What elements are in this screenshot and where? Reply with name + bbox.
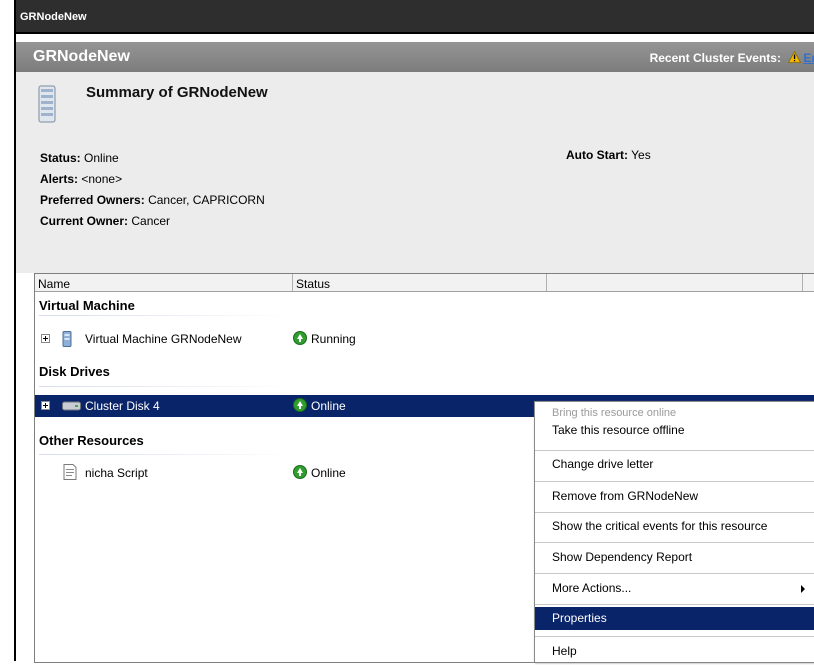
menu-separator bbox=[535, 636, 814, 637]
recent-events-link[interactable]: Er bbox=[803, 51, 814, 65]
status-label: Status: bbox=[40, 151, 81, 165]
menu-item-change-drive-letter[interactable]: Change drive letter bbox=[535, 451, 814, 478]
menu-item-take-offline[interactable]: Take this resource offline bbox=[535, 419, 814, 441]
group-disk-drives: Disk Drives bbox=[39, 364, 110, 379]
recent-events-label: Recent Cluster Events: bbox=[649, 51, 781, 65]
status-row: Status: Online bbox=[40, 148, 265, 169]
auto-start-value: Yes bbox=[631, 148, 651, 162]
group-virtual-machine: Virtual Machine bbox=[39, 298, 135, 313]
menu-item-show-critical-events[interactable]: Show the critical events for this resour… bbox=[535, 513, 814, 540]
auto-start-row: Auto Start: Yes bbox=[566, 148, 651, 162]
resource-name: Virtual Machine GRNodeNew bbox=[85, 332, 242, 346]
column-header-status[interactable]: Status bbox=[293, 274, 547, 291]
resource-status: Running bbox=[311, 332, 356, 346]
alerts-value: <none> bbox=[81, 172, 123, 186]
menu-separator bbox=[535, 604, 814, 605]
column-header-4[interactable] bbox=[803, 274, 814, 291]
status-value: Online bbox=[84, 151, 119, 165]
disk-drive-icon bbox=[62, 401, 81, 411]
alerts-label: Alerts: bbox=[40, 172, 79, 186]
expand-icon[interactable] bbox=[41, 334, 50, 343]
group-divider bbox=[39, 454, 294, 455]
menu-item-properties[interactable]: Properties bbox=[535, 607, 814, 630]
group-header: GRNodeNew Recent Cluster Events: Er bbox=[16, 42, 814, 72]
column-header-name[interactable]: Name bbox=[35, 274, 293, 291]
alerts-row: Alerts: <none> bbox=[40, 169, 265, 190]
group-other-resources: Other Resources bbox=[39, 433, 144, 448]
group-name: GRNodeNew bbox=[33, 48, 130, 65]
menu-separator bbox=[535, 542, 814, 543]
current-owner-row: Current Owner: Cancer bbox=[40, 211, 265, 232]
summary-properties: Status: Online Alerts: <none> Preferred … bbox=[40, 148, 265, 232]
summary-panel: Summary of GRNodeNew Status: Online Aler… bbox=[16, 72, 814, 273]
more-actions-label: More Actions... bbox=[552, 581, 632, 595]
column-headers: Name Status bbox=[35, 274, 814, 292]
preferred-owners-value: Cancer, CAPRICORN bbox=[148, 193, 265, 207]
warning-icon bbox=[788, 51, 802, 63]
group-divider bbox=[39, 386, 294, 387]
clustered-service-icon bbox=[38, 85, 56, 123]
virtual-machine-icon bbox=[62, 331, 72, 347]
column-header-3[interactable] bbox=[547, 274, 803, 291]
submenu-arrow-icon bbox=[801, 585, 805, 593]
context-menu: Bring this resource online Take this res… bbox=[534, 401, 814, 662]
online-status-icon bbox=[293, 465, 307, 479]
online-status-icon bbox=[293, 398, 307, 412]
resource-name: nicha Script bbox=[85, 466, 148, 480]
window-title: GRNodeNew bbox=[20, 11, 87, 23]
resource-row-virtual-machine[interactable]: Virtual Machine GRNodeNew Running bbox=[35, 328, 814, 350]
preferred-owners-row: Preferred Owners: Cancer, CAPRICORN bbox=[40, 190, 265, 211]
current-owner-label: Current Owner: bbox=[40, 214, 129, 228]
menu-item-more-actions[interactable]: More Actions... bbox=[535, 575, 814, 602]
menu-separator bbox=[535, 481, 814, 482]
preferred-owners-label: Preferred Owners: bbox=[40, 193, 145, 207]
menu-separator bbox=[535, 573, 814, 574]
menu-item-dependency-report[interactable]: Show Dependency Report bbox=[535, 544, 814, 571]
auto-start-label: Auto Start: bbox=[566, 148, 628, 162]
summary-title: Summary of GRNodeNew bbox=[86, 84, 268, 101]
resource-name: Cluster Disk 4 bbox=[85, 399, 160, 413]
resource-status: Online bbox=[311, 466, 346, 480]
current-owner-value: Cancer bbox=[131, 214, 171, 228]
recent-cluster-events: Recent Cluster Events: Er bbox=[650, 51, 814, 65]
expand-icon[interactable] bbox=[41, 401, 50, 410]
running-status-icon bbox=[293, 331, 307, 345]
title-bar: GRNodeNew bbox=[16, 0, 814, 34]
script-icon bbox=[63, 464, 77, 480]
group-divider bbox=[39, 315, 294, 316]
resource-status: Online bbox=[311, 399, 346, 413]
menu-item-remove[interactable]: Remove from GRNodeNew bbox=[535, 483, 814, 510]
